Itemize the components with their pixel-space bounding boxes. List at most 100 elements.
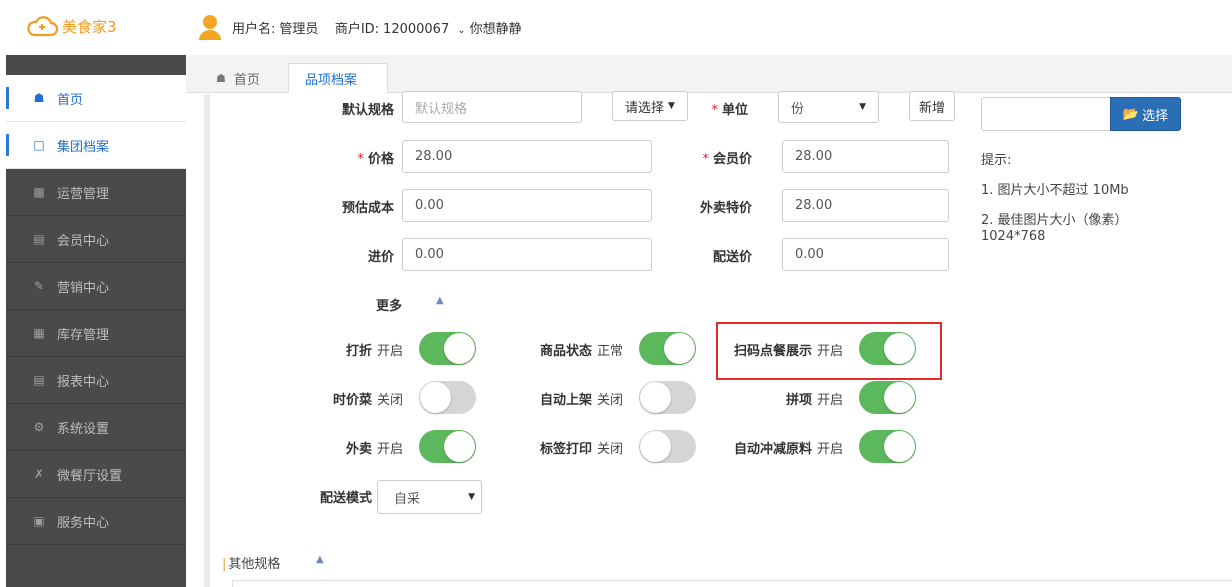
takeout-label: 外卖 <box>345 442 372 457</box>
sidebar-item-group-archive[interactable]: □ 集团档案 <box>6 122 186 169</box>
seasonal-label: 时价菜 <box>332 393 372 408</box>
collapse-up-icon[interactable]: ▲ <box>436 295 444 306</box>
auto-shelf-toggle[interactable] <box>639 381 696 414</box>
file-icon: □ <box>33 138 45 152</box>
status-state: 正常 <box>597 344 624 359</box>
merchant-id[interactable]: 12000067 <box>383 22 449 37</box>
auto-deduct-toggle[interactable] <box>859 430 916 463</box>
sidebar-item-service[interactable]: ▣ 服务中心 <box>6 498 186 545</box>
user-info: 用户名: 管理员 商户ID: 12000067 ⌄ 你想静静 <box>198 14 526 40</box>
sidebar-item-micro-restaurant[interactable]: ✗ 微餐厅设置 <box>6 451 186 498</box>
status-toggle[interactable] <box>639 332 696 365</box>
sidebar-item-label: 报表中心 <box>57 374 110 390</box>
member-price-input[interactable]: 28.00 <box>782 140 949 173</box>
choose-image-button[interactable]: 📂 选择 <box>1110 97 1181 131</box>
building-icon: ▦ <box>33 326 45 340</box>
hint-best-size: 2. 最佳图片大小（像素） <box>981 213 1128 228</box>
sidebar-item-reports[interactable]: ▤ 报表中心 <box>6 357 186 404</box>
scan-show-state: 开启 <box>817 344 844 359</box>
unit-select[interactable]: 份 ▼ <box>778 91 879 123</box>
discount-label: 打折 <box>345 344 372 359</box>
label-print-toggle[interactable] <box>639 430 696 463</box>
merchant-label: 商户ID: <box>334 21 380 37</box>
purchase-price-input[interactable]: 0.00 <box>402 238 652 271</box>
spec-select-button[interactable]: 请选择 ▼ <box>612 91 688 121</box>
cutlery-icon: ✗ <box>33 467 45 481</box>
caret-down-icon: ▼ <box>468 492 475 502</box>
discount-state: 开启 <box>377 344 404 359</box>
hint-title: 提示: <box>981 153 1012 168</box>
sidebar-item-label: 运营管理 <box>57 186 110 202</box>
user-label: 用户名: <box>232 21 276 37</box>
takeout-price-input[interactable]: 28.00 <box>782 189 949 222</box>
id-card-icon: ▤ <box>33 232 45 246</box>
est-cost-input[interactable]: 0.00 <box>402 189 652 222</box>
chevron-down-icon[interactable]: ⌄ <box>457 25 465 36</box>
discount-toggle[interactable] <box>419 332 476 365</box>
auto-deduct-label: 自动冲减原料 <box>733 442 812 457</box>
default-spec-label: 默认规格 <box>341 103 394 118</box>
takeout-toggle[interactable] <box>419 430 476 463</box>
sidebar-item-inventory[interactable]: ▦ 库存管理 <box>6 310 186 357</box>
scan-show-label: 扫码点餐展示 <box>733 344 812 359</box>
delivery-mode-label: 配送模式 <box>319 491 372 506</box>
auto-deduct-state: 开启 <box>817 442 844 457</box>
bar-chart-icon: ▩ <box>33 185 45 199</box>
home-icon: ☗ <box>33 91 45 105</box>
hint-size-limit: 1. 图片大小不超过 10Mb <box>981 183 1129 198</box>
takeout-price-label: 外卖特价 <box>699 201 752 216</box>
spec-table <box>232 580 1232 587</box>
combo-toggle[interactable] <box>859 381 916 414</box>
top-header: 美食家3 用户名: 管理员 商户ID: 12000067 ⌄ 你想静静 <box>0 0 1232 55</box>
sidebar-item-marketing[interactable]: ✎ 营销中心 <box>6 263 186 310</box>
cloud-logo-icon <box>27 16 58 37</box>
sidebar-item-members[interactable]: ▤ 会员中心 <box>6 216 186 263</box>
combo-label: 拼项 <box>785 393 812 408</box>
home-icon: ☗ <box>216 71 226 85</box>
delivery-price-input[interactable]: 0.00 <box>782 238 949 271</box>
edit-icon: ✎ <box>33 279 45 293</box>
sidebar-item-operations[interactable]: ▩ 运营管理 <box>6 169 186 216</box>
main-content: 默认规格 默认规格 请选择 ▼ * 单位 份 ▼ 新增 📂 选择 提示: 1. 图片大… <box>204 91 1232 587</box>
scan-show-toggle[interactable] <box>859 332 916 365</box>
label-print-state: 关闭 <box>597 442 624 457</box>
square-icon: ▣ <box>33 514 45 528</box>
tab-home[interactable]: ☗ 首页 <box>216 63 260 93</box>
delivery-price-label: 配送价 <box>712 250 752 265</box>
takeout-state: 开启 <box>377 442 404 457</box>
price-input[interactable]: 28.00 <box>402 140 652 173</box>
combo-state: 开启 <box>817 393 844 408</box>
seasonal-state: 关闭 <box>377 393 404 408</box>
sidebar-item-home[interactable]: ☗ 首页 <box>6 75 186 122</box>
delivery-mode-select[interactable]: 自采 ▼ <box>377 480 482 514</box>
sidebar-item-label: 首页 <box>57 92 84 108</box>
label-print-label: 标签打印 <box>539 442 592 457</box>
unit-label: * 单位 <box>711 103 748 118</box>
app-name: 美食家3 <box>62 17 117 36</box>
price-label: * 价格 <box>357 152 394 167</box>
caret-down-icon: ▼ <box>668 101 675 111</box>
sidebar-item-settings[interactable]: ⚙ 系统设置 <box>6 404 186 451</box>
add-unit-button[interactable]: 新增 <box>909 91 955 121</box>
sidebar-item-label: 微餐厅设置 <box>57 468 123 484</box>
other-spec-title: | 其他规格 <box>222 557 281 572</box>
est-cost-label: 预估成本 <box>341 201 394 216</box>
sidebar-item-label: 服务中心 <box>57 515 110 531</box>
seasonal-toggle[interactable] <box>419 381 476 414</box>
sidebar-item-label: 集团档案 <box>57 139 110 155</box>
sidebar: ☗ 首页 □ 集团档案 ▩ 运营管理 ▤ 会员中心 ✎ 营销中心 ▦ 库存管理 … <box>6 55 186 587</box>
default-spec-input[interactable]: 默认规格 <box>402 91 582 123</box>
sidebar-item-label: 系统设置 <box>57 421 110 437</box>
app-logo[interactable]: 美食家3 <box>26 15 117 37</box>
collapse-up-icon[interactable]: ▲ <box>316 554 324 565</box>
tab-item-archive[interactable]: 品项档案 <box>288 63 388 93</box>
image-path-input[interactable] <box>981 97 1111 131</box>
more-label: 更多 <box>375 299 402 314</box>
sidebar-item-label: 库存管理 <box>57 327 110 343</box>
status-label: 商品状态 <box>539 344 592 359</box>
member-price-label: * 会员价 <box>702 152 752 167</box>
purchase-price-label: 进价 <box>367 250 394 265</box>
user-nick[interactable]: 你想静静 <box>470 22 522 37</box>
gears-icon: ⚙ <box>33 420 45 434</box>
user-name: 管理员 <box>279 21 319 37</box>
